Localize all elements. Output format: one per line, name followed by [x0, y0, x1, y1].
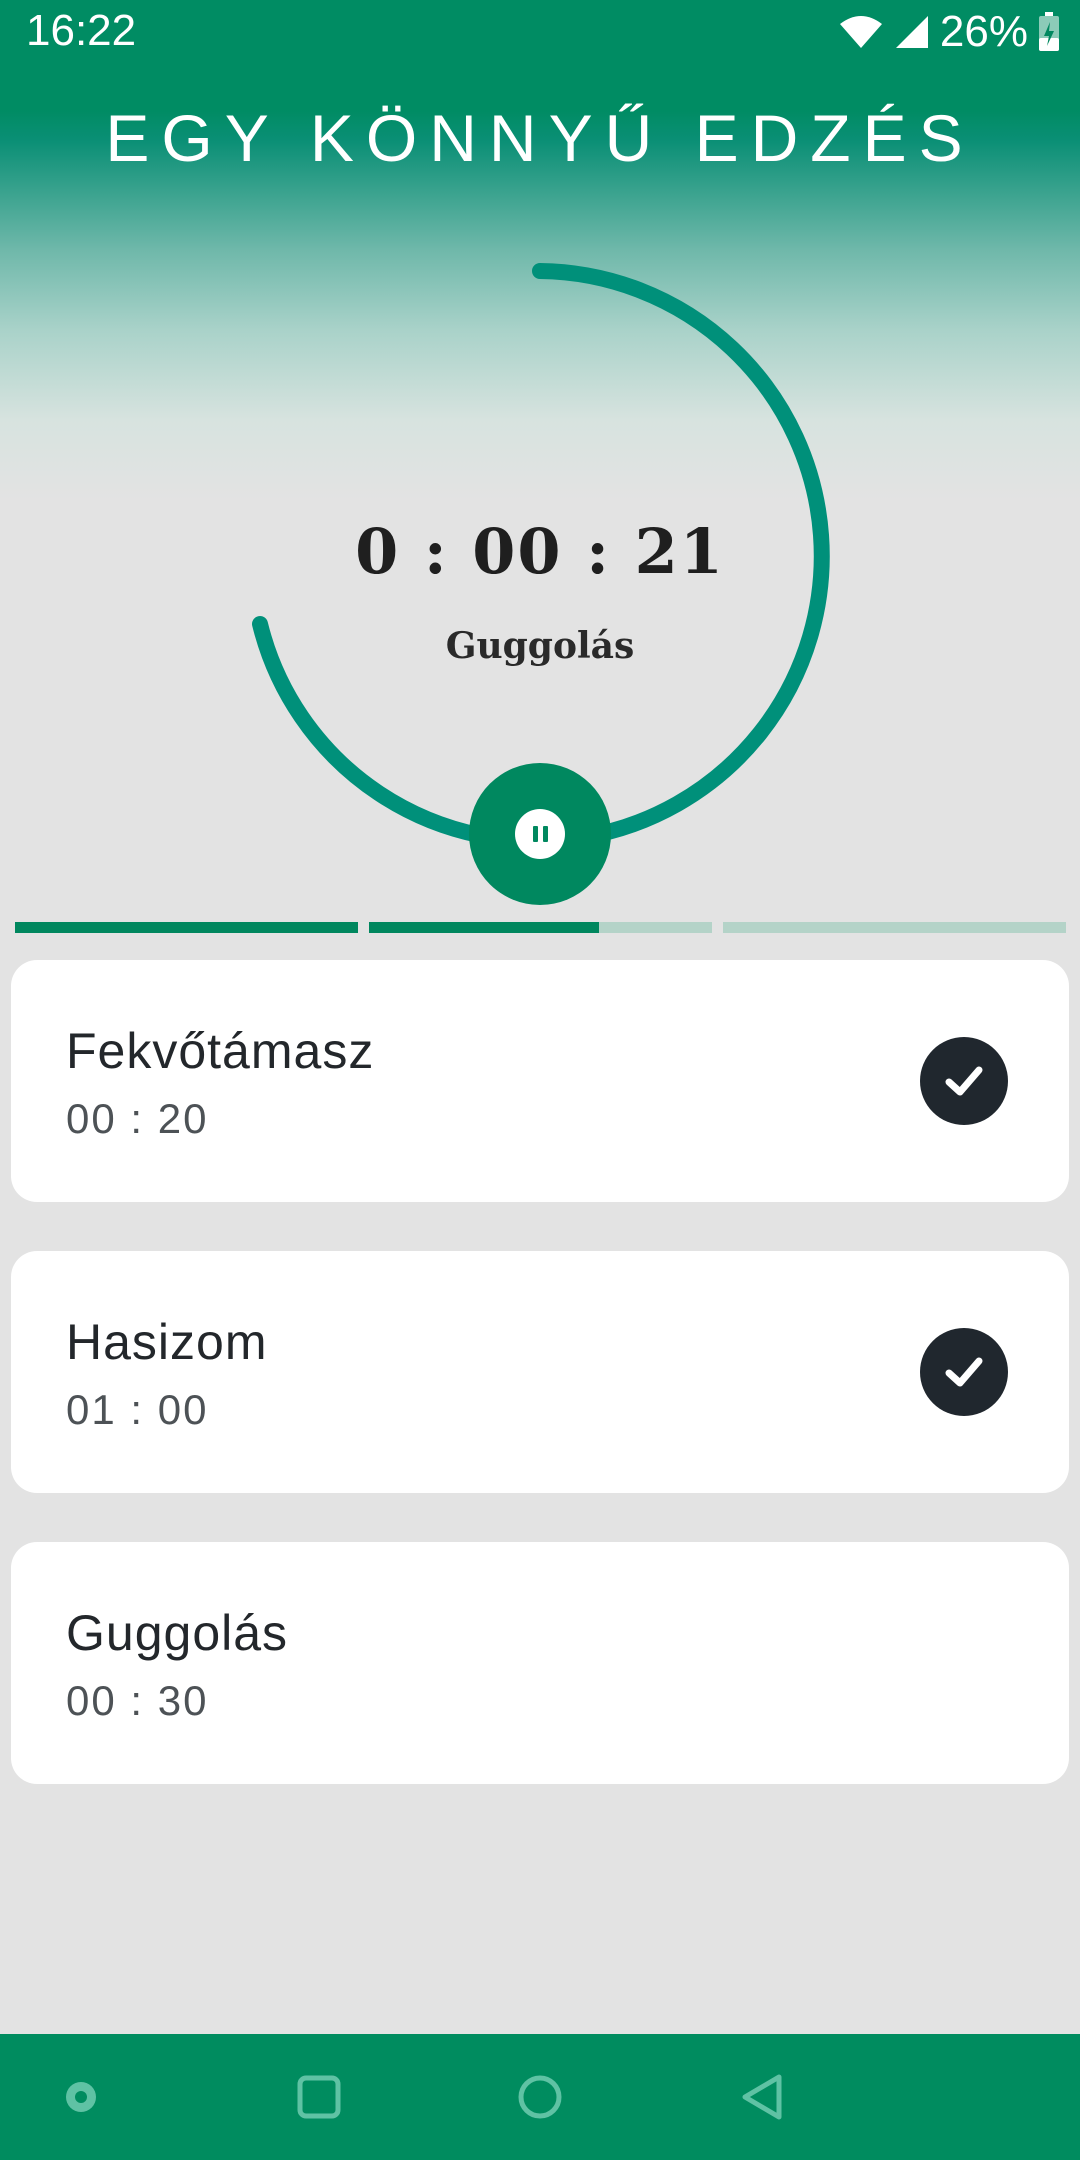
home-icon [518, 2075, 562, 2119]
exercise-card-squats[interactable]: Guggolás 00 : 30 [11, 1542, 1069, 1784]
exercise-name: Guggolás [66, 1605, 289, 1661]
progress-segment-3 [723, 922, 1066, 933]
timer-display: 0 : 00 : 21 [355, 515, 725, 588]
progress-segment-2 [369, 922, 712, 933]
back-icon [742, 2074, 782, 2120]
exercise-duration: 00 : 20 [66, 1095, 209, 1142]
current-exercise-label: Guggolás [445, 625, 635, 667]
exercise-card-abs[interactable]: Hasizom 01 : 00 [11, 1251, 1069, 1493]
nav-back-button[interactable] [707, 2034, 817, 2160]
exercise-card-pushups[interactable]: Fekvőtámasz 00 : 20 [11, 960, 1069, 1202]
nav-home-button[interactable] [485, 2034, 595, 2160]
workout-progress [15, 922, 1066, 933]
nav-recents-button[interactable] [264, 2034, 374, 2160]
navigation-bar [0, 2034, 1080, 2160]
pause-icon [515, 809, 565, 859]
exercise-name: Fekvőtámasz [66, 1023, 375, 1079]
check-icon [920, 1328, 1008, 1416]
nav-dot-button[interactable] [26, 2034, 136, 2160]
pause-button[interactable] [469, 763, 611, 905]
screen: 16:22 26% EGY KÖNNYŰ EDZÉS 0 : 00 : 21 G… [0, 0, 1080, 2160]
recents-icon [297, 2075, 341, 2119]
check-icon [920, 1037, 1008, 1125]
exercise-name: Hasizom [66, 1314, 268, 1370]
exercise-duration: 01 : 00 [66, 1386, 209, 1433]
exercise-duration: 00 : 30 [66, 1677, 209, 1724]
progress-segment-1 [15, 922, 358, 933]
dot-icon [66, 2082, 96, 2112]
progress-fill-1 [15, 922, 358, 933]
progress-fill-2 [369, 922, 599, 933]
